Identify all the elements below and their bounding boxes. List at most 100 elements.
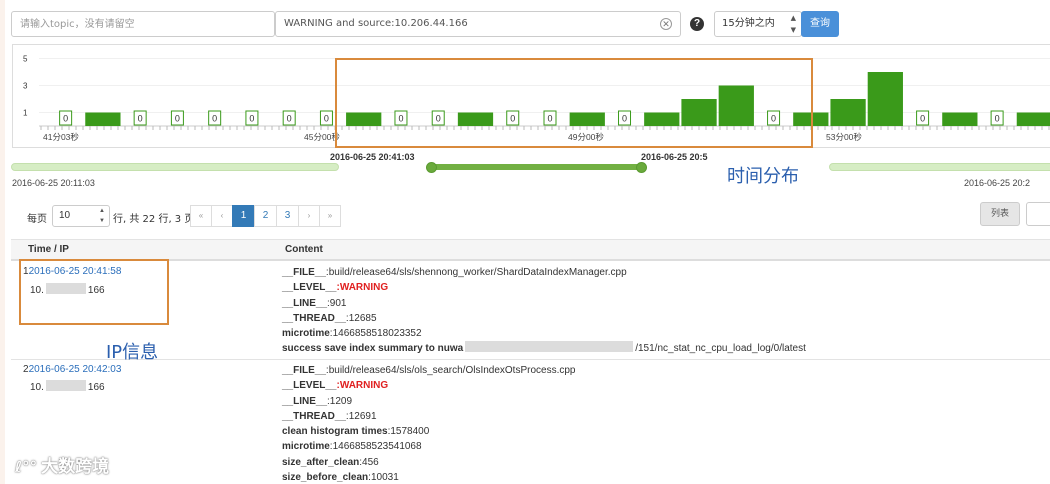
path-redaction [465,341,634,353]
slider-track-right[interactable] [829,163,1050,171]
zero-bar-label: 0 [175,114,180,124]
row-2-content: __FILE__:build/release64/sls/ols_search/… [282,363,576,484]
field-value: :10031 [368,472,399,484]
content-line: __LINE__:901 [282,296,806,311]
content-line: __FILE__:build/release64/sls/shennong_wo… [282,265,806,280]
page-size-select[interactable]: 10 ▲ ▼ [52,205,110,227]
field-value: /151/nc_stat_nc_cpu_load_log/0/latest [635,343,806,355]
field-value: :12691 [345,410,377,422]
field-key: __LINE__ [282,297,328,309]
histogram-bar [942,112,978,126]
list-view-button[interactable]: 列表 [980,202,1020,226]
zero-bar-label: 0 [63,114,68,124]
per-page-label: 每页 [27,214,47,225]
slider-track-left[interactable] [11,163,339,171]
select-arrows-icon: ▲ ▼ [99,208,105,224]
y-tick-label: 3 [23,82,28,91]
field-value: :12685 [345,312,377,324]
field-value: :901 [327,297,347,309]
row-1-content: __FILE__:build/release64/sls/shennong_wo… [282,265,806,357]
ip-prefix: 10. [30,382,44,393]
next-page-button[interactable]: › [298,205,320,227]
slider-selected-range[interactable] [431,164,643,170]
content-line: size_before_clean:10031 [282,470,576,484]
page: WARNING and source:10.206.44.166 ✕ ? 15分… [0,0,1050,484]
field-value: :1466858518023352 [329,328,422,340]
zero-bar-label: 0 [287,114,292,124]
field-key: size_before_clean [282,472,369,484]
row-2-time[interactable]: 22016-06-25 20:42:03 [23,364,121,375]
field-key: clean histogram times [282,426,388,438]
query-button[interactable]: 查询 [801,11,839,37]
field-value: :build/release64/sls/ols_search/OlsIndex… [325,365,576,376]
histogram-bar [85,112,121,126]
help-icon[interactable]: ? [690,17,704,31]
column-content: Content [285,244,323,255]
field-value: :build/release64/sls/shennong_worker/Sha… [325,267,627,278]
field-value: :1209 [327,395,353,407]
page-1-button[interactable]: 1 [232,205,255,227]
x-tick-label: 53分00秒 [826,132,862,142]
field-value: :1578400 [387,426,430,438]
zero-bar-label: 0 [920,114,925,124]
range-max-label: 2016-06-25 20:2 [964,178,1031,188]
column-time-ip: Time / IP [28,244,69,255]
page-2-button[interactable]: 2 [254,205,277,227]
histogram-bar [1016,112,1050,126]
content-line: __THREAD__:12685 [282,311,806,326]
field-key: __LEVEL__ [282,282,337,294]
field-key: __FILE__ [282,267,326,278]
level-warning: :WARNING [336,380,389,392]
field-key: __LEVEL__ [282,380,337,392]
field-key: microtime [282,328,330,340]
topic-input[interactable] [11,11,275,37]
field-key: __LINE__ [282,395,328,407]
time-distribution-annotation: 时间分布 [727,166,799,187]
raw-view-button[interactable] [1026,202,1050,226]
zero-bar-label: 0 [995,114,1000,124]
watermark-logo-icon: ℓ°° [15,458,38,476]
last-page-button[interactable]: » [319,205,341,227]
content-line: __FILE__:build/release64/sls/ols_search/… [282,363,576,378]
content-line: microtime:1466858523541068 [282,439,576,454]
zero-bar-label: 0 [212,114,217,124]
y-tick-label: 1 [23,109,28,118]
ip-redaction [45,380,86,391]
row-divider [11,359,1050,360]
page-3-button[interactable]: 3 [276,205,299,227]
field-key: __THREAD__ [282,410,346,422]
clear-icon[interactable]: ✕ [660,18,672,30]
slider-start-handle[interactable] [426,162,437,173]
ip-info-annotation: IP信息 [106,342,159,363]
slider-start-label: 2016-06-25 20:41:03 [330,152,415,162]
y-tick-label: 5 [23,55,28,64]
content-line: size_after_clean:456 [282,455,576,470]
content-line: __LEVEL__:WARNING [282,378,576,393]
histogram-bar [830,99,866,126]
first-page-button[interactable]: « [190,205,212,227]
histogram-bar [867,72,903,126]
row-2-ip: 10. 166 [30,380,105,393]
content-line: clean histogram times:1578400 [282,424,576,439]
time-range-select[interactable]: 15分钟之内 ▲ ▼ [714,11,802,37]
content-line: __LEVEL__:WARNING [282,280,806,295]
level-warning: :WARNING [336,282,389,294]
slider-end-label: 2016-06-25 20:5 [641,152,708,162]
watermark: ℓ°° 大数跨境 [15,452,109,477]
log-search-panel: WARNING and source:10.206.44.166 ✕ ? 15分… [5,0,1050,484]
ip-suffix: 166 [87,382,105,393]
ip-info-highlight [19,259,169,325]
query-input[interactable]: WARNING and source:10.206.44.166 [275,11,681,37]
content-line: __LINE__:1209 [282,394,576,409]
time-range-value: 15分钟之内 [722,18,775,29]
time-distribution-highlight [335,58,813,148]
content-line: microtime:1466858518023352 [282,326,806,341]
slider-end-handle[interactable] [636,162,647,173]
page-size-value: 10 [59,210,71,221]
content-line: __THREAD__:12691 [282,409,576,424]
table-header: Time / IP Content [11,239,1050,261]
row-2-timestamp[interactable]: 2016-06-25 20:42:03 [29,364,122,375]
field-key: size_after_clean [282,456,360,468]
field-key: __FILE__ [282,365,326,376]
prev-page-button[interactable]: ‹ [211,205,233,227]
